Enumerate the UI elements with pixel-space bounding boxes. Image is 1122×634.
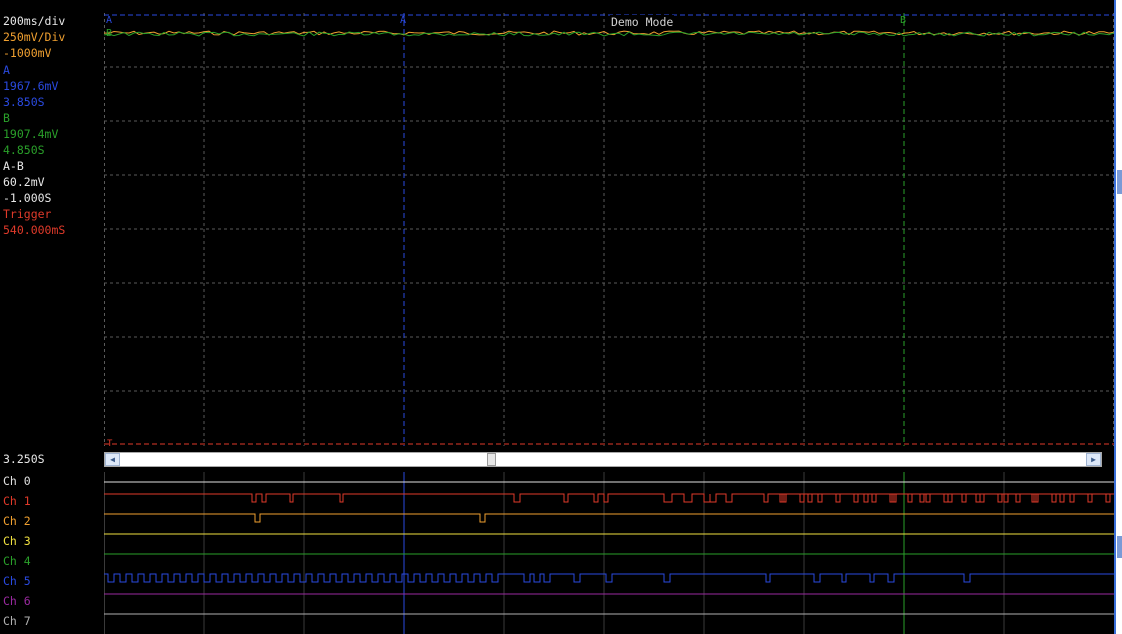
- channel-label-3[interactable]: Ch 3: [3, 534, 31, 548]
- panel-edge-block: [1117, 536, 1122, 558]
- cursor-b-marker: B: [900, 15, 906, 26]
- delta-time: -1.000S: [3, 191, 52, 205]
- channel-label-2[interactable]: Ch 2: [3, 514, 31, 528]
- horizontal-scrollbar[interactable]: ◀ ▶: [104, 452, 1102, 467]
- cursor-b-voltage: 1907.4mV: [3, 127, 59, 141]
- delta-voltage: 60.2mV: [3, 175, 45, 189]
- triangle-left-icon: ◀: [110, 455, 115, 464]
- trigger-label: Trigger: [3, 207, 52, 221]
- channel-label-4[interactable]: Ch 4: [3, 554, 31, 568]
- channel-label-6[interactable]: Ch 6: [3, 594, 31, 608]
- channel-label-0[interactable]: Ch 0: [3, 474, 31, 488]
- trace-b-marker: B: [106, 28, 112, 39]
- cursor-a-voltage: 1967.6mV: [3, 79, 59, 93]
- channel-5-waveform: [104, 573, 1114, 583]
- logic-traces: [104, 481, 1114, 615]
- scope-grid: [104, 13, 1114, 446]
- channel-label-1[interactable]: Ch 1: [3, 494, 31, 508]
- panel-border: [1114, 0, 1116, 634]
- trigger-time: 540.000mS: [3, 223, 66, 237]
- cursor-a-marker-left: A: [106, 15, 112, 26]
- voltage-offset: -1000mV: [3, 46, 52, 60]
- cursor-b-label: B: [3, 111, 10, 125]
- scroll-left-button[interactable]: ◀: [105, 453, 120, 466]
- channel-label-7[interactable]: Ch 7: [3, 614, 31, 628]
- cursor-time-readout: 3.250S: [3, 452, 45, 466]
- panel-edge-block: [1117, 170, 1122, 194]
- cursor-b-time: 4.850S: [3, 143, 45, 157]
- cursor-a-marker: A: [400, 15, 406, 26]
- channel-1-waveform: [104, 493, 1114, 503]
- scroll-right-button[interactable]: ▶: [1086, 453, 1101, 466]
- triangle-right-icon: ▶: [1091, 455, 1096, 464]
- scroll-thumb[interactable]: [487, 453, 496, 466]
- cursor-a-time: 3.850S: [3, 95, 45, 109]
- trigger-marker: T: [107, 439, 113, 446]
- analog-scope-display[interactable]: A A B B T: [104, 13, 1114, 446]
- volt-per-div: 250mV/Div: [3, 30, 66, 44]
- logic-grid: [104, 472, 1005, 634]
- time-per-div: 200ms/div: [3, 14, 66, 28]
- channel-2-waveform: [104, 513, 1114, 523]
- cursor-a-label: A: [3, 63, 10, 77]
- channel-label-5[interactable]: Ch 5: [3, 574, 31, 588]
- logic-analyzer-display[interactable]: [104, 472, 1114, 634]
- delta-label: A-B: [3, 159, 24, 173]
- mode-title: Demo Mode: [610, 15, 675, 29]
